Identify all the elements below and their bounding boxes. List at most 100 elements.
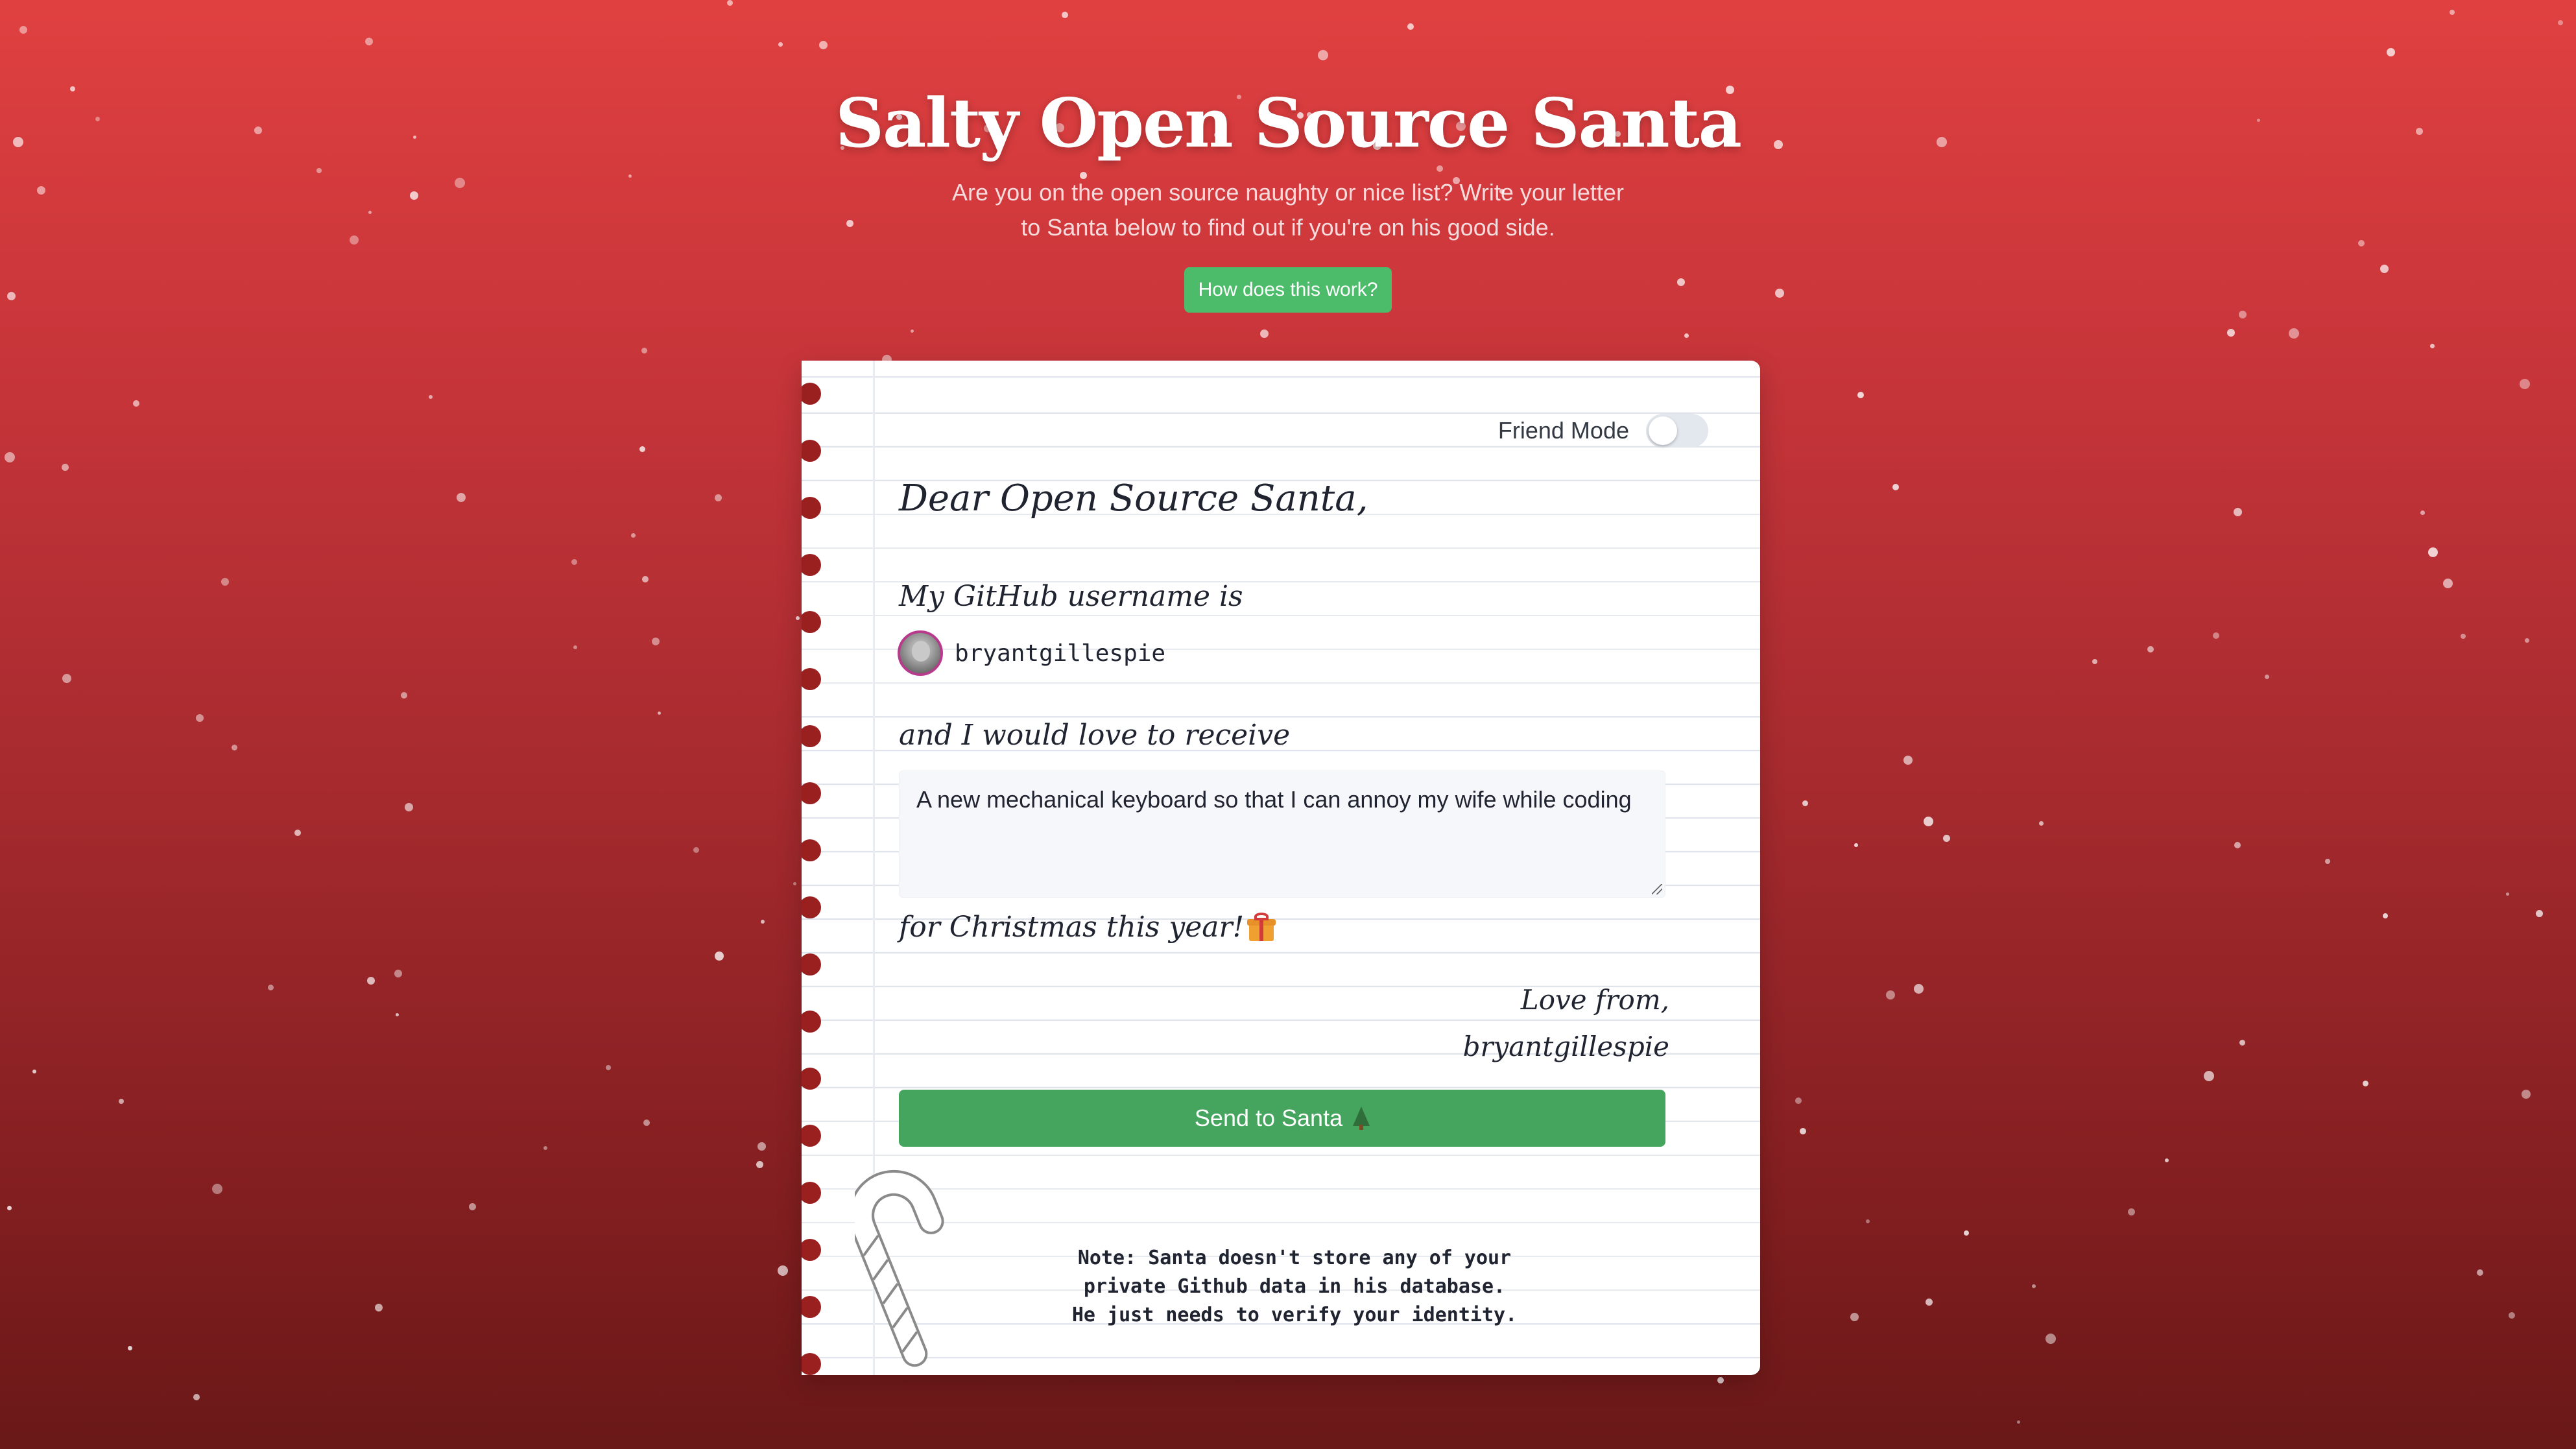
snowflake <box>1964 1230 1969 1236</box>
page-title: Salty Open Source Santa <box>835 83 1742 163</box>
snowflake <box>1924 817 1933 826</box>
binder-hole <box>802 1296 821 1318</box>
letter-signoff: Love from, bryantgillespie <box>1463 977 1669 1070</box>
snowflake <box>2234 508 2242 516</box>
snowflake <box>1892 484 1899 490</box>
snowflake <box>2204 1071 2214 1081</box>
snowflake <box>2227 329 2235 337</box>
snowflake <box>756 1161 763 1168</box>
snowflake <box>2213 632 2219 639</box>
how-does-this-work-button[interactable]: How does this work? <box>1184 267 1392 313</box>
snowflake <box>62 464 69 471</box>
snowflake <box>405 803 413 811</box>
privacy-note-line-1: Note: Santa doesn't store any of your <box>1077 1247 1512 1269</box>
snowflake <box>7 1206 12 1210</box>
resize-handle-icon[interactable] <box>1652 884 1662 894</box>
snowflake <box>1903 756 1913 765</box>
avatar-face <box>912 641 930 662</box>
snowflake <box>761 920 765 924</box>
snowflake <box>606 1065 611 1070</box>
snowflake <box>2420 510 2425 515</box>
snowflake <box>1318 50 1328 60</box>
snowflake <box>294 830 301 836</box>
snowflake <box>457 493 466 502</box>
binder-hole <box>802 440 821 462</box>
snowflake <box>128 1346 132 1350</box>
snowflake <box>375 1304 383 1311</box>
snowflake <box>5 452 15 462</box>
snowflake <box>2032 1284 2036 1288</box>
snowflake <box>221 578 229 586</box>
snowflake <box>1886 990 1895 1000</box>
snowflake <box>2461 634 2466 639</box>
binder-hole <box>802 554 821 576</box>
snowflake <box>1717 1377 1724 1383</box>
snowflake <box>1260 329 1269 338</box>
snowflake <box>715 494 722 501</box>
snowflake <box>573 645 577 649</box>
snowflake <box>1684 333 1689 338</box>
page-header: Salty Open Source Santa Are you on the o… <box>0 78 2576 313</box>
binder-hole <box>802 383 821 405</box>
binder-hole <box>802 953 821 976</box>
snowflake <box>2525 638 2529 643</box>
snowflake <box>367 977 375 985</box>
snowflake <box>394 970 402 977</box>
snowflake <box>715 952 724 961</box>
candy-cane-icon <box>855 1169 944 1367</box>
snowflake <box>1062 12 1068 18</box>
snowflake <box>631 533 636 538</box>
binder-hole <box>802 725 821 747</box>
snowflake <box>2265 675 2269 679</box>
snowflake <box>365 38 373 45</box>
christmas-label-row: for Christmas this year! <box>899 911 1276 944</box>
snowflake <box>778 1265 788 1276</box>
snowflake <box>1850 1313 1859 1321</box>
snowflake <box>2450 10 2455 15</box>
snowflake <box>2165 1158 2169 1162</box>
snowflake <box>793 882 796 885</box>
binder-hole <box>802 1353 821 1375</box>
binder-holes <box>802 361 828 1375</box>
snowflake <box>2558 20 2563 25</box>
snowflake <box>639 446 645 452</box>
snowflake <box>2039 821 2044 826</box>
snowflake <box>2520 379 2530 389</box>
letter-greeting: Dear Open Source Santa, <box>899 477 1368 520</box>
snowflake <box>2506 892 2509 896</box>
privacy-note-line-3: He just needs to verify your identity. <box>1071 1304 1518 1326</box>
snowflake <box>232 745 237 750</box>
binder-hole <box>802 896 821 918</box>
binder-hole <box>802 839 821 861</box>
snowflake <box>796 616 800 620</box>
binder-hole <box>802 1011 821 1033</box>
binder-hole <box>802 1068 821 1090</box>
binder-hole <box>802 1125 821 1147</box>
snowflake <box>727 0 733 6</box>
github-user-row: bryantgillespie <box>898 630 1165 676</box>
snowflake <box>2430 344 2435 348</box>
snowflake <box>119 1099 124 1104</box>
letter-paper: Friend Mode Dear Open Source Santa, My G… <box>802 361 1760 1375</box>
snowflake <box>1795 1097 1802 1104</box>
send-to-santa-button[interactable]: Send to Santa <box>899 1090 1665 1147</box>
receive-label: and I would love to receive <box>899 719 1291 752</box>
snowflake <box>1407 23 1414 30</box>
send-button-label: Send to Santa <box>1194 1105 1343 1131</box>
wish-textarea[interactable]: A new mechanical keyboard so that I can … <box>899 771 1665 898</box>
snowflake <box>196 714 204 722</box>
snowflake <box>1926 1299 1933 1306</box>
snowflake <box>2509 1312 2515 1319</box>
snowflake <box>2239 1040 2245 1046</box>
privacy-note: Note: Santa doesn't store any of your pr… <box>970 1244 1619 1330</box>
snowflake <box>1914 984 1924 994</box>
snowflake <box>1854 843 1858 847</box>
avatar <box>898 630 943 676</box>
privacy-note-line-2: private Github data in his database. <box>1083 1275 1506 1298</box>
snowflake <box>212 1184 222 1194</box>
snowflake <box>2363 1081 2368 1086</box>
snowflake <box>133 400 139 407</box>
snowflake <box>819 41 828 49</box>
friend-mode-toggle[interactable] <box>1646 414 1708 448</box>
page-subtitle: Are you on the open source naughty or ni… <box>952 179 1624 241</box>
